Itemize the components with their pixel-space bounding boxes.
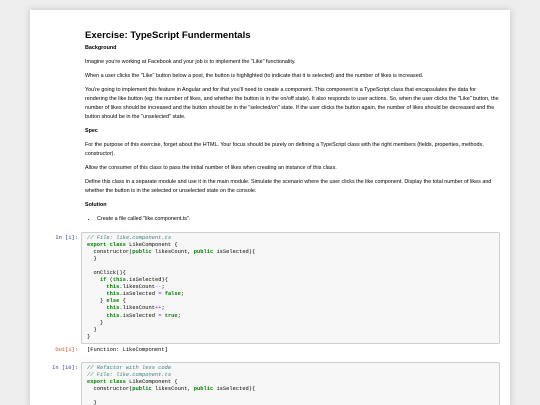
notebook-title: Exercise: TypeScript Fundermentals — [85, 30, 251, 41]
code-comment: // File: like.component.ts — [87, 371, 172, 378]
code-keyword: this — [106, 291, 120, 298]
code-lines: // Refactor with less code// File: like.… — [87, 365, 494, 405]
code-keyword: public — [132, 385, 152, 392]
code-text: onClick(){ — [87, 269, 126, 276]
code-cell[interactable]: In [1]: // File: like.component.ts export… — [50, 231, 500, 355]
code-keyword: public — [132, 248, 152, 255]
code-keyword: public — [193, 248, 214, 255]
code-text: ; — [180, 291, 185, 298]
markdown-paragraph: Allow the consumer of this class to pass… — [85, 164, 337, 171]
output-prompt: Out[1]: — [55, 346, 78, 353]
code-keyword: this — [106, 312, 120, 319]
markdown-paragraph: For the purpose of this exercise, forget… — [85, 141, 484, 157]
output-text: [Function: LikeComponent] — [87, 346, 168, 353]
code-text: } — [87, 399, 97, 405]
markdown-cell[interactable]: Exercise: TypeScript Fundermentals Backg… — [50, 30, 500, 229]
code-lines: // File: like.component.ts export class L… — [87, 235, 494, 341]
code-text: ; — [177, 312, 181, 319]
code-text: } — [87, 326, 97, 333]
section-heading-spec: Spec — [85, 127, 98, 134]
code-text: } — [87, 319, 104, 326]
input-prompt: In [1]: — [55, 234, 78, 241]
code-line: } — [87, 400, 494, 405]
section-heading-solution: Solution — [85, 201, 107, 208]
markdown-paragraph: Imagine you're working at Facebook and y… — [85, 58, 296, 65]
code-text: isSelected){ — [213, 248, 256, 255]
notebook-container: Exercise: TypeScript Fundermentals Backg… — [30, 10, 510, 405]
code-line: if (this.isSelected){ — [87, 277, 494, 284]
code-text: } — [87, 255, 97, 262]
code-text: constructor( — [87, 248, 133, 255]
code-comment: // Refactor with less code — [87, 364, 172, 371]
code-line: } — [87, 327, 494, 334]
code-line: } — [87, 334, 494, 341]
code-keyword: class — [109, 241, 126, 248]
markdown-paragraph: When a user clicks the "Like" button bel… — [85, 72, 424, 79]
code-text: LikeComponent { — [125, 378, 178, 385]
code-line: export class LikeComponent { — [87, 379, 494, 386]
code-text: ; — [161, 305, 165, 312]
code-text: likesCount, — [151, 248, 194, 255]
code-keyword: this — [106, 305, 120, 312]
output-row: Out[1]: [Function: LikeComponent] — [50, 347, 500, 354]
code-text: constructor( — [87, 385, 133, 392]
code-line: // Refactor with less code — [87, 365, 494, 372]
notebook-page: Exercise: TypeScript Fundermentals Backg… — [0, 0, 540, 405]
markdown-paragraph: You're going to implement this feature i… — [85, 86, 499, 120]
code-keyword: export — [87, 378, 107, 385]
code-line: this.isSelected = true; — [87, 313, 494, 320]
code-keyword: true — [164, 312, 178, 319]
code-line: // File: like.component.ts — [87, 235, 494, 242]
code-keyword: this — [112, 277, 126, 284]
code-text: { — [119, 298, 126, 305]
code-line: // File: like.component.ts — [87, 372, 494, 379]
code-line: } — [87, 320, 494, 327]
code-text: .isSelected){ — [125, 277, 168, 284]
code-text: .isSelected — [119, 312, 159, 319]
markdown-prompt-gutter — [50, 30, 81, 33]
list-item: Create a file called "like.component.ts"… — [97, 215, 500, 224]
code-keyword: this — [106, 284, 120, 291]
section-heading-background: Background — [85, 44, 117, 51]
code-text: .likesCount — [119, 284, 155, 291]
code-text: } — [87, 333, 91, 340]
code-text: .likesCount — [119, 305, 155, 312]
code-keyword: public — [193, 385, 214, 392]
code-input-area[interactable]: // File: like.component.ts export class L… — [81, 231, 500, 344]
code-text: .isSelected — [119, 291, 159, 298]
bullet-list: Create a file called "like.component.ts"… — [85, 215, 500, 224]
code-line: } else { — [87, 298, 494, 305]
code-comment: // File: like.component.ts — [87, 234, 172, 241]
code-line: this.isSelected = false; — [87, 291, 494, 298]
markdown-content: Exercise: TypeScript Fundermentals Backg… — [81, 30, 500, 229]
code-text: likesCount, — [151, 385, 194, 392]
code-keyword: export — [87, 241, 107, 248]
code-line: } — [87, 256, 494, 263]
code-text: ; — [161, 284, 165, 291]
code-line: constructor(public likesCount, public is… — [87, 249, 494, 256]
input-prompt: In [10]: — [52, 364, 78, 371]
code-keyword: false — [164, 291, 181, 298]
code-line: export class LikeComponent { — [87, 242, 494, 249]
code-input-area[interactable]: // Refactor with less code// File: like.… — [81, 361, 500, 405]
code-line: this.likesCount++; — [87, 305, 494, 312]
code-line: this.likesCount--; — [87, 284, 494, 291]
code-line: onClick(){ — [87, 270, 494, 277]
code-text: isSelected){ — [213, 385, 256, 392]
code-text: LikeComponent { — [125, 241, 178, 248]
code-line: constructor(public likesCount, public is… — [87, 386, 494, 393]
markdown-paragraph: Define this class in a separate module a… — [85, 178, 492, 194]
code-cell[interactable]: In [10]: // Refactor with less code// Fi… — [50, 361, 500, 405]
code-text: } — [87, 298, 107, 305]
code-keyword: class — [109, 378, 126, 385]
code-keyword: else — [106, 298, 120, 305]
